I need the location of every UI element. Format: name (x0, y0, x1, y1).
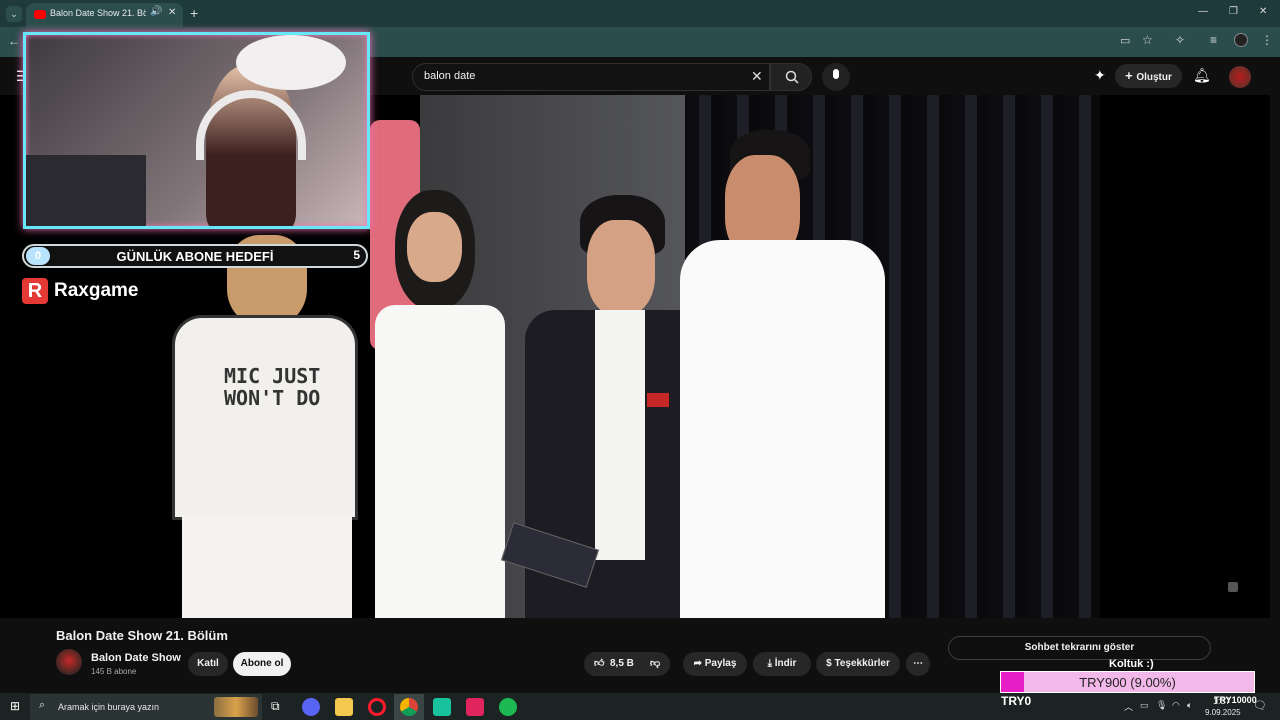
browser-tab-bar: ⌄ Balon Date Show 21. Bölüm 🔊 ✕ + — ❐ ✕ (0, 0, 1280, 27)
brand-name: Raxgame (54, 280, 139, 301)
subscriber-goal-bar: 0 GÜNLÜK ABONE HEDEFİ 5 (22, 244, 368, 268)
tab-title: Balon Date Show 21. Bölüm (50, 8, 146, 18)
share-icon: ➦ (693, 658, 705, 669)
tray-mic-icon[interactable]: 🎙︎ (1156, 700, 1167, 711)
search-highlight-image (214, 697, 258, 717)
subscriber-count: 145 B abone (91, 667, 137, 676)
donation-progress-bar: TRY900 (9.00%) (1000, 671, 1255, 693)
app-green-icon[interactable] (433, 698, 451, 716)
share-label: Paylaş (704, 658, 737, 669)
tray-network-icon[interactable]: ▭ (1140, 700, 1149, 711)
close-window-button[interactable]: ✕ (1259, 6, 1267, 17)
search-icon (785, 70, 799, 84)
clear-search-icon[interactable]: ✕ (751, 68, 763, 85)
brand-letter: R (22, 278, 48, 304)
browser-menu-icon[interactable]: ⋮ (1261, 33, 1273, 47)
streamer-webcam (23, 32, 370, 229)
plus-icon: + (1125, 68, 1137, 83)
tab-audio-icon[interactable]: 🔊 (150, 6, 162, 17)
goal-target: 5 (353, 248, 360, 262)
search-input[interactable]: balon date ✕ (412, 63, 770, 91)
media-control-icon[interactable]: ≡ (1210, 33, 1217, 47)
donation-max-label: TRY10000 (1214, 695, 1257, 705)
channel-name[interactable]: Balon Date Show (91, 652, 181, 664)
video-title: Balon Date Show 21. Bölüm (56, 628, 228, 643)
mic-icon (833, 69, 839, 79)
like-dislike-group: 👍︎ 8,5 B 👎︎ (584, 652, 670, 676)
download-icon: ⤓ (767, 658, 775, 669)
join-button[interactable]: Katıl (188, 652, 228, 676)
subscribe-button[interactable]: Abone ol (233, 652, 291, 676)
voice-search-button[interactable] (822, 63, 850, 91)
app-red-icon[interactable] (466, 698, 484, 716)
thanks-label: Teşekkürler (834, 658, 890, 669)
thumbs-up-icon: 👍︎ (594, 658, 605, 669)
taskbar-search-placeholder: Aramak için buraya yazın (58, 702, 160, 712)
tab-close-icon[interactable]: ✕ (168, 7, 176, 18)
browser-tab-active[interactable]: Balon Date Show 21. Bölüm 🔊 ✕ (26, 3, 183, 27)
create-button[interactable]: + Oluştur (1115, 64, 1182, 88)
tray-volume-icon[interactable]: 🔈︎ (1187, 700, 1192, 711)
donation-min-label: TRY0 (1001, 694, 1032, 708)
channel-avatar[interactable] (56, 649, 82, 675)
search-button[interactable] (770, 63, 812, 91)
taskbar-search-icon: ⌕ (39, 699, 46, 711)
profile-avatar-icon[interactable] (1234, 33, 1248, 47)
task-view-icon[interactable]: ⧉ (271, 699, 280, 714)
like-button[interactable]: 👍︎ 8,5 B (584, 652, 644, 676)
goal-label: GÜNLÜK ABONE HEDEFİ (116, 249, 274, 264)
download-button[interactable]: ⤓ İndir (753, 652, 811, 676)
file-explorer-icon[interactable] (335, 698, 353, 716)
cast-icon[interactable]: ▭ (1120, 34, 1130, 47)
download-label: İndir (774, 658, 797, 669)
minimize-button[interactable]: — (1198, 6, 1208, 17)
share-button[interactable]: ➦ Paylaş (683, 652, 747, 676)
notification-center-icon[interactable]: 🗨︎ (1253, 699, 1267, 712)
video-watermark-icon (1228, 582, 1238, 592)
spotify-icon[interactable] (499, 698, 517, 716)
donation-goal-title: Koltuk :) (1109, 658, 1154, 670)
create-label: Oluştur (1136, 72, 1172, 83)
thumbs-down-icon: 👎︎ (650, 658, 661, 669)
extensions-icon[interactable]: ✧ (1175, 33, 1185, 47)
windows-start-icon[interactable]: ⊞ (10, 699, 20, 713)
thanks-button[interactable]: $ Teşekkürler (816, 652, 900, 676)
donation-progress-label: TRY900 (9.00%) (1079, 675, 1176, 690)
more-actions-button[interactable]: ⋯ (906, 652, 930, 676)
more-icon: ⋯ (913, 658, 923, 669)
premium-icon[interactable]: ✦ (1094, 67, 1106, 84)
like-count: 8,5 B (610, 658, 634, 669)
show-chat-replay-button[interactable]: Sohbet tekrarını göster (948, 636, 1211, 660)
opera-icon[interactable] (368, 698, 386, 716)
chrome-icon (400, 698, 418, 716)
search-input-value: balon date (424, 70, 476, 82)
discord-icon[interactable] (302, 698, 320, 716)
youtube-favicon-icon (34, 10, 46, 19)
taskbar-search-input[interactable]: ⌕ Aramak için buraya yazın (30, 694, 262, 720)
clock-date: 9.09.2025 (1205, 708, 1241, 717)
dislike-button[interactable]: 👎︎ (646, 652, 670, 676)
restore-button[interactable]: ❐ (1229, 6, 1238, 17)
shirt-text: MIC JUST WON'T DO (224, 364, 321, 410)
tray-chevron-icon[interactable]: ︿ (1124, 700, 1133, 713)
back-arrow-icon[interactable]: ← (8, 34, 20, 48)
tab-search-button[interactable]: ⌄ (6, 6, 22, 22)
account-avatar[interactable] (1229, 66, 1251, 88)
new-tab-button[interactable]: + (190, 5, 198, 21)
person-blonde: MIC JUST WON'T DO (172, 235, 358, 618)
tray-wifi-icon[interactable]: ◠ (1172, 700, 1180, 711)
person-white-shirt (680, 130, 885, 618)
bookmark-star-icon[interactable]: ☆ (1142, 33, 1153, 47)
notifications-bell-icon[interactable]: 🔔︎ (1193, 67, 1211, 84)
